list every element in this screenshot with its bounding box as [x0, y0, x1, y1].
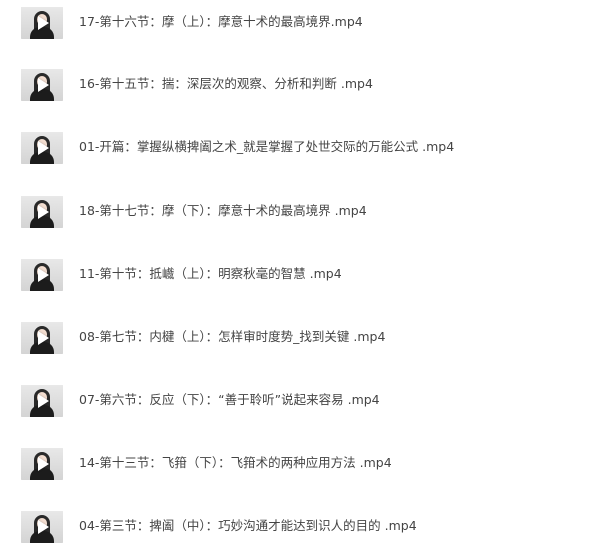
file-list-item[interactable]: 07-第六节：反应（下）：“善于聆听”说起来容易 .mp4	[0, 382, 596, 422]
file-list-item[interactable]: 18-第十七节：摩（下）：摩意十术的最高境界 .mp4	[0, 193, 596, 233]
file-name[interactable]: 04-第三节：捭阖（中）：巧妙沟通才能达到识人的目的 .mp4	[79, 518, 417, 534]
video-thumbnail-icon[interactable]	[21, 196, 63, 228]
video-thumbnail-icon[interactable]	[21, 385, 63, 417]
file-name[interactable]: 14-第十三节：飞箝（下）：飞箝术的两种应用方法 .mp4	[79, 455, 392, 471]
file-name[interactable]: 01-开篇：掌握纵横捭阖之术_就是掌握了处世交际的万能公式 .mp4	[79, 139, 454, 155]
file-name[interactable]: 08-第七节：内楗（上）：怎样审时度势_找到关键 .mp4	[79, 329, 385, 345]
file-list-item[interactable]: 08-第七节：内楗（上）：怎样审时度势_找到关键 .mp4	[0, 319, 596, 359]
file-name[interactable]: 16-第十五节：揣：深层次的观察、分析和判断 .mp4	[79, 76, 373, 92]
play-icon	[38, 78, 49, 92]
play-icon	[38, 520, 49, 534]
play-icon	[38, 457, 49, 471]
file-list-item[interactable]: 14-第十三节：飞箝（下）：飞箝术的两种应用方法 .mp4	[0, 445, 596, 485]
file-name[interactable]: 11-第十节：抵巇（上）：明察秋毫的智慧 .mp4	[79, 266, 342, 282]
file-list-item[interactable]: 16-第十五节：揣：深层次的观察、分析和判断 .mp4	[0, 66, 596, 106]
file-name[interactable]: 18-第十七节：摩（下）：摩意十术的最高境界 .mp4	[79, 203, 367, 219]
play-icon	[38, 141, 49, 155]
video-thumbnail-icon[interactable]	[21, 132, 63, 164]
play-icon	[38, 331, 49, 345]
video-thumbnail-icon[interactable]	[21, 69, 63, 101]
video-thumbnail-icon[interactable]	[21, 448, 63, 480]
file-list-item[interactable]: 04-第三节：捭阖（中）：巧妙沟通才能达到识人的目的 .mp4	[0, 508, 596, 548]
file-name[interactable]: 07-第六节：反应（下）：“善于聆听”说起来容易 .mp4	[79, 392, 380, 408]
video-file-list: 17-第十六节：摩（上）：摩意十术的最高境界.mp4 16-第十五节：揣：深层次…	[0, 0, 596, 557]
video-thumbnail-icon[interactable]	[21, 259, 63, 291]
play-icon	[38, 268, 49, 282]
file-list-item[interactable]: 11-第十节：抵巇（上）：明察秋毫的智慧 .mp4	[0, 256, 596, 296]
video-thumbnail-icon[interactable]	[21, 511, 63, 543]
play-icon	[38, 16, 49, 30]
video-thumbnail-icon[interactable]	[21, 7, 63, 39]
play-icon	[38, 394, 49, 408]
file-list-item[interactable]: 17-第十六节：摩（上）：摩意十术的最高境界.mp4	[0, 4, 596, 44]
video-thumbnail-icon[interactable]	[21, 322, 63, 354]
file-list-item[interactable]: 01-开篇：掌握纵横捭阖之术_就是掌握了处世交际的万能公式 .mp4	[0, 129, 596, 169]
play-icon	[38, 205, 49, 219]
file-name[interactable]: 17-第十六节：摩（上）：摩意十术的最高境界.mp4	[79, 14, 363, 30]
